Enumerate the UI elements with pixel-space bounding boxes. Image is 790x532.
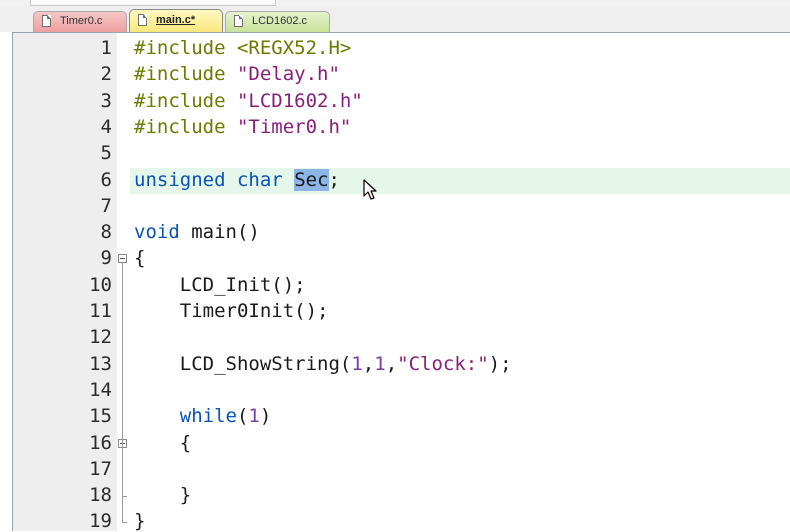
line-number: 18 bbox=[89, 484, 112, 507]
fold-collapse-icon[interactable] bbox=[118, 254, 127, 264]
selected-text: Sec bbox=[294, 168, 329, 191]
code-token: LCD_ShowString( bbox=[134, 352, 352, 375]
code-token: 1 bbox=[248, 405, 260, 428]
fold-margin bbox=[117, 33, 130, 531]
code-token: while bbox=[179, 405, 237, 428]
line-number: 12 bbox=[89, 326, 112, 349]
file-icon bbox=[234, 15, 243, 27]
code-token: main() bbox=[179, 221, 260, 244]
code-token: #include bbox=[134, 115, 237, 138]
file-icon bbox=[138, 14, 147, 26]
line-number: 19 bbox=[89, 510, 112, 532]
code-token: "Delay.h" bbox=[236, 63, 340, 86]
line-number: 9 bbox=[100, 247, 112, 270]
code-token: Timer0Init(); bbox=[134, 300, 329, 322]
line-number: 8 bbox=[100, 221, 112, 244]
code-line[interactable]: LCD_Init(); bbox=[134, 274, 306, 296]
code-line[interactable]: { bbox=[134, 247, 145, 269]
code-token: ( bbox=[236, 405, 249, 428]
fold-guide-line bbox=[122, 263, 123, 523]
code-token: #include bbox=[134, 89, 237, 112]
code-token: ); bbox=[488, 352, 512, 375]
code-token: "Clock:" bbox=[397, 352, 489, 375]
code-token: LCD_Init(); bbox=[134, 273, 306, 296]
code-line[interactable]: void main() bbox=[134, 221, 260, 243]
code-line[interactable]: #include <REGX52.H> bbox=[134, 37, 351, 59]
code-token: , bbox=[362, 352, 375, 375]
line-number: 7 bbox=[100, 194, 112, 217]
code-line[interactable]: LCD_ShowString(1,1,"Clock:"); bbox=[134, 353, 512, 375]
code-token: { bbox=[134, 431, 192, 454]
code-line[interactable]: while(1) bbox=[134, 405, 272, 428]
tab-timer0-c[interactable]: Timer0.c bbox=[33, 11, 127, 32]
line-number: 11 bbox=[89, 300, 112, 322]
line-number: 13 bbox=[89, 352, 112, 375]
line-number: 5 bbox=[100, 142, 112, 165]
code-line[interactable]: Timer0Init(); bbox=[134, 300, 329, 322]
line-number: 6 bbox=[100, 168, 112, 191]
tab-label: LCD1602.c bbox=[252, 15, 308, 27]
code-token: "LCD1602.h" bbox=[236, 89, 363, 112]
line-number: 16 bbox=[89, 431, 112, 454]
code-token: ) bbox=[259, 405, 272, 428]
code-line[interactable]: { bbox=[134, 432, 191, 454]
code-token: "Timer0.h" bbox=[236, 115, 352, 138]
code-token: void bbox=[134, 221, 180, 244]
code-token: { bbox=[134, 247, 146, 270]
code-token: } bbox=[134, 510, 146, 532]
file-icon bbox=[42, 15, 51, 27]
fold-end-marker bbox=[122, 522, 127, 524]
line-number: 17 bbox=[89, 457, 112, 480]
tab-lcd1602-c[interactable]: LCD1602.c bbox=[225, 11, 330, 32]
code-token: } bbox=[134, 484, 192, 507]
code-token: 1 bbox=[374, 352, 386, 375]
line-number: 4 bbox=[100, 115, 112, 138]
mouse-pointer-icon bbox=[363, 179, 377, 200]
code-token: #include bbox=[134, 37, 237, 59]
code-token: , bbox=[385, 352, 398, 375]
line-number: 14 bbox=[89, 378, 112, 401]
tab-label: main.c* bbox=[156, 14, 196, 26]
tab-main-c[interactable]: main.c* bbox=[129, 9, 223, 32]
editor-tab-bar: Timer0.c main.c* LCD1602.c bbox=[0, 6, 790, 32]
line-number: 2 bbox=[100, 63, 112, 86]
line-number: 10 bbox=[89, 273, 112, 296]
code-token: ; bbox=[328, 168, 340, 191]
code-token: #include bbox=[134, 63, 237, 86]
code-token: unsigned bbox=[134, 168, 226, 191]
code-line[interactable]: unsigned char Sec; bbox=[134, 168, 340, 191]
code-line[interactable]: #include "Timer0.h" bbox=[134, 116, 351, 138]
tab-label: Timer0.c bbox=[60, 15, 103, 27]
line-number: 1 bbox=[100, 37, 112, 59]
code-line[interactable]: #include "Delay.h" bbox=[134, 63, 340, 85]
code-token: <REGX52.H> bbox=[236, 37, 352, 59]
line-number: 3 bbox=[100, 89, 112, 112]
code-line[interactable]: } bbox=[134, 484, 191, 506]
code-line[interactable]: #include "LCD1602.h" bbox=[134, 90, 363, 112]
code-line[interactable]: } bbox=[134, 510, 145, 532]
code-token: char bbox=[236, 168, 283, 191]
line-number: 15 bbox=[89, 405, 112, 428]
code-token: 1 bbox=[351, 352, 363, 375]
